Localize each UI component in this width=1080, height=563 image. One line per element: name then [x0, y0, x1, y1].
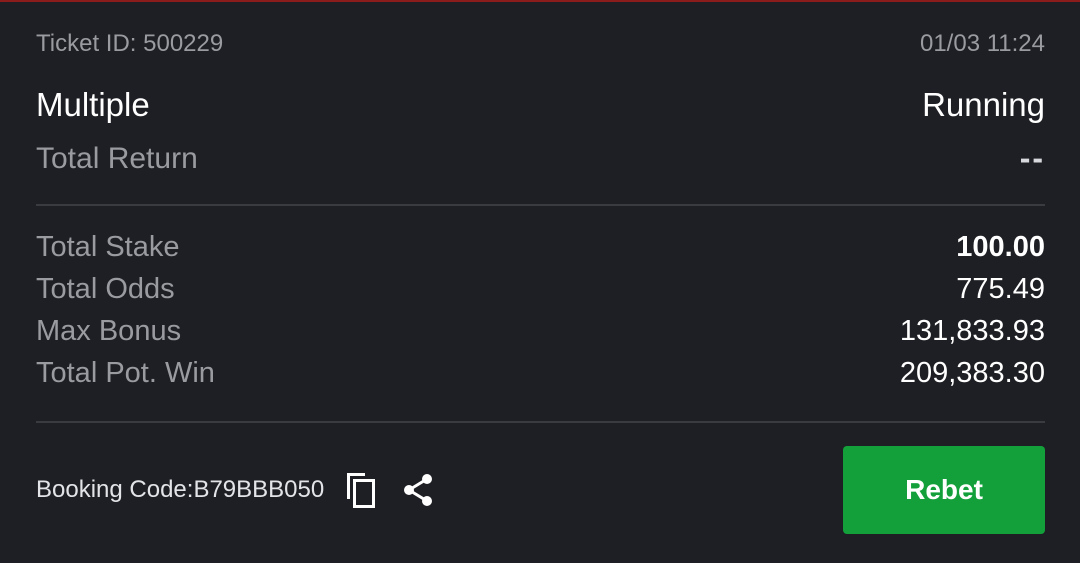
total-stake-row: Total Stake 100.00 [36, 226, 1045, 268]
rebet-button[interactable]: Rebet [843, 446, 1045, 534]
share-icon[interactable] [398, 470, 438, 510]
total-odds-value: 775.49 [956, 272, 1045, 305]
bet-type-row: Multiple Running [36, 86, 1045, 124]
ticket-footer: Booking Code:B79BBB050 Rebet [36, 446, 1045, 534]
ticket-datetime: 01/03 11:24 [919, 30, 1045, 57]
booking-code-group: Booking Code:B79BBB050 [36, 446, 438, 534]
total-pot-win-row: Total Pot. Win 209,383.30 [36, 352, 1045, 394]
total-stake-value: 100.00 [956, 230, 1045, 263]
total-odds-row: Total Odds 775.49 [36, 268, 1045, 310]
bet-ticket-card: Ticket ID: 500229 01/03 11:24 Multiple R… [36, 0, 1045, 563]
share-icon-glyph [404, 474, 433, 506]
total-return-row: Total Return -- [36, 140, 1045, 177]
bet-type: Multiple [36, 86, 150, 123]
max-bonus-row: Max Bonus 131,833.93 [36, 310, 1045, 352]
ticket-id: Ticket ID: 500229 [36, 30, 224, 57]
total-pot-win-value: 209,383.30 [899, 356, 1045, 389]
total-stake-label: Total Stake [36, 230, 180, 263]
max-bonus-label: Max Bonus [36, 314, 182, 347]
copy-icon-glyph [347, 473, 376, 508]
total-odds-label: Total Odds [36, 272, 175, 305]
total-return-label: Total Return [36, 141, 198, 175]
copy-icon[interactable] [340, 470, 380, 510]
divider [36, 204, 1045, 206]
divider [36, 421, 1045, 423]
max-bonus-value: 131,833.93 [899, 314, 1045, 347]
ticket-header-row: Ticket ID: 500229 01/03 11:24 [36, 30, 1045, 58]
total-return-value: -- [1019, 140, 1045, 176]
bet-status: Running [922, 86, 1045, 123]
total-pot-win-label: Total Pot. Win [36, 356, 215, 389]
booking-code: Booking Code:B79BBB050 [36, 476, 325, 503]
